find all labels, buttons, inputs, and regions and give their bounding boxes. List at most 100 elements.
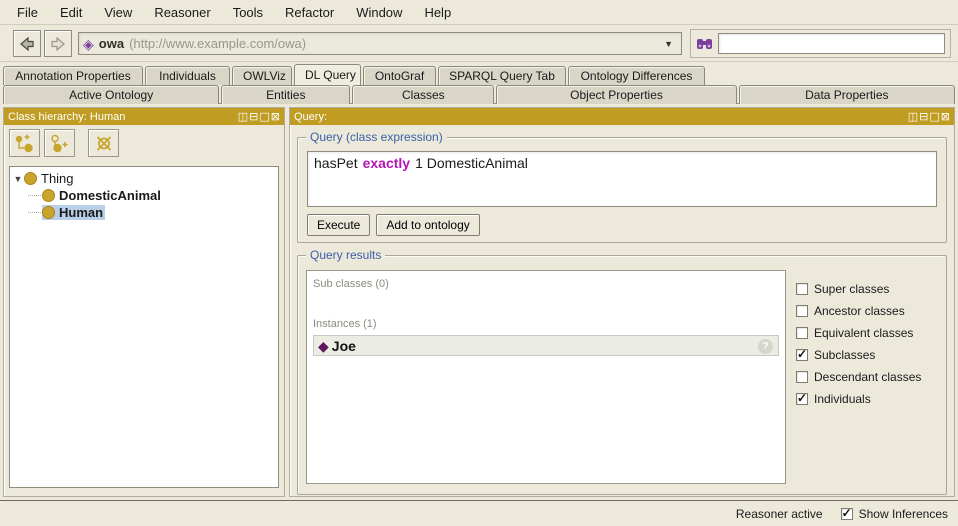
tab-active-ontology[interactable]: Active Ontology [3,85,220,104]
float-icon[interactable]: □ [929,111,939,122]
combo-dropdown-icon[interactable]: ▼ [660,37,677,51]
split-vertically-icon[interactable]: ◫ [238,111,248,122]
query-buttons-row: Execute Add to ontology [307,214,937,236]
split-horizontally-icon[interactable]: ⊟ [249,111,258,122]
result-row-joe[interactable]: ◆ Joe ? [313,335,779,356]
class-hierarchy-title: Class hierarchy: Human [8,110,126,123]
instances-section-header: Instances (1) [313,318,377,330]
add-sibling-class-icon [51,134,68,152]
option-label: Super classes [814,282,890,296]
tab-individuals[interactable]: Individuals [145,66,230,85]
menu-window[interactable]: Window [345,2,413,23]
tab-classes[interactable]: Classes [352,85,495,104]
status-bar: Reasoner active Show Inferences [0,500,958,526]
ontology-name: owa [98,36,125,51]
query-panel-title: Query: [294,110,328,123]
query-options: Super classes Ancestor classes Equivalen… [786,270,942,484]
tab-annotation-properties[interactable]: Annotation Properties [3,66,143,85]
window-controls: ◫ ⊟ □ ⊠ [908,111,950,122]
menu-help[interactable]: Help [413,2,462,23]
class-icon [24,172,37,185]
tab-row-1: Annotation Properties Individuals OWLViz… [3,64,955,85]
checkbox[interactable] [796,371,808,383]
menu-file[interactable]: File [6,2,49,23]
tree-label-thing: Thing [41,171,74,186]
option-label: Individuals [814,392,871,406]
query-results-group-title: Query results [306,248,386,262]
option-label: Subclasses [814,348,876,362]
search-input[interactable] [718,33,945,54]
forward-arrow-icon [51,36,65,51]
tab-dl-query[interactable]: DL Query [294,64,361,85]
tab-ontograf[interactable]: OntoGraf [363,66,436,85]
tree-row-domesticanimal[interactable]: DomesticAnimal [12,187,276,204]
option-subclasses[interactable]: Subclasses [796,347,938,362]
menu-edit[interactable]: Edit [49,2,93,23]
class-tree[interactable]: ▼ Thing DomesticAnimal Human [9,166,279,488]
reasoner-status: Reasoner active [735,506,823,521]
query-expression-input[interactable]: hasPet exactly 1 DomesticAnimal [307,151,937,207]
option-equivalent-classes[interactable]: Equivalent classes [796,326,938,340]
menu-tools[interactable]: Tools [222,2,274,23]
tree-row-human[interactable]: Human [12,204,276,221]
menu-reasoner[interactable]: Reasoner [143,2,221,23]
tree-row-thing[interactable]: ▼ Thing [12,170,276,187]
tree-label-human: Human [59,205,104,220]
query-results-list[interactable]: Sub classes (0) Instances (1) ◆ Joe ? [306,270,786,484]
execute-button[interactable]: Execute [307,214,371,236]
close-icon[interactable]: ⊠ [941,111,950,122]
option-individuals[interactable]: Individuals [796,391,938,406]
query-panel: Query: ◫ ⊟ □ ⊠ Query (class expression) … [289,107,955,497]
main-toolbar: ◈ owa (http://www.example.com/owa) ▼ [0,26,958,62]
query-expression-group: Query (class expression) hasPet exactly 1 … [297,130,947,243]
checkbox[interactable] [796,391,808,405]
checkbox[interactable] [796,283,808,295]
add-to-ontology-button[interactable]: Add to ontology [376,214,480,236]
tab-sparql-query[interactable]: SPARQL Query Tab [438,66,566,85]
close-icon[interactable]: ⊠ [271,111,280,122]
show-inferences-label: Show Inferences [858,506,948,521]
option-super-classes[interactable]: Super classes [796,282,938,296]
tree-label-domesticanimal: DomesticAnimal [59,188,161,203]
active-ontology-selector[interactable]: ◈ owa (http://www.example.com/owa) ▼ [78,32,682,55]
forward-button[interactable] [44,30,72,57]
tab-row-2: Active Ontology Entities Classes Object … [3,85,955,104]
menu-bar: File Edit View Reasoner Tools Refactor W… [0,0,958,25]
checkbox[interactable] [796,305,808,317]
float-icon[interactable]: □ [259,111,269,122]
checkbox[interactable] [840,506,853,520]
query-panel-header[interactable]: Query: ◫ ⊟ □ ⊠ [290,108,954,125]
class-hierarchy-header[interactable]: Class hierarchy: Human ◫ ⊟ □ ⊠ [4,108,284,125]
split-vertically-icon[interactable]: ◫ [908,111,918,122]
option-label: Equivalent classes [814,326,914,340]
protege-window: { "menu": { "items": ["File", "Edit", "V… [0,0,958,526]
split-horizontally-icon[interactable]: ⊟ [919,111,928,122]
checkbox[interactable] [796,347,808,361]
individual-icon: ◆ [318,337,329,354]
tab-entities[interactable]: Entities [221,85,351,104]
tab-data-properties[interactable]: Data Properties [738,85,955,104]
add-subclass-icon [15,134,33,152]
add-sibling-class-button[interactable] [44,129,75,157]
ontology-icon: ◈ [83,35,94,52]
subclasses-section-header: Sub classes (0) [313,278,389,290]
tab-ontology-differences[interactable]: Ontology Differences [568,66,705,85]
expression-text: hasPet [314,155,358,171]
tab-owlviz[interactable]: OWLViz [232,66,292,85]
add-subclass-button[interactable] [9,129,40,157]
menu-view[interactable]: View [93,2,143,23]
search-group [690,29,951,58]
tab-object-properties[interactable]: Object Properties [496,85,737,104]
menu-refactor[interactable]: Refactor [274,2,345,23]
delete-class-icon [96,135,111,151]
option-ancestor-classes[interactable]: Ancestor classes [796,304,938,318]
search-binoculars-icon [697,38,712,49]
query-expression-group-title: Query (class expression) [306,130,447,144]
option-descendant-classes[interactable]: Descendant classes [796,370,938,384]
expander-icon[interactable]: ▼ [12,174,24,184]
checkbox[interactable] [796,327,808,339]
explain-inference-button[interactable]: ? [758,339,773,354]
show-inferences-toggle[interactable]: Show Inferences [840,506,948,521]
delete-class-button[interactable] [88,129,119,157]
back-button[interactable] [13,30,41,57]
